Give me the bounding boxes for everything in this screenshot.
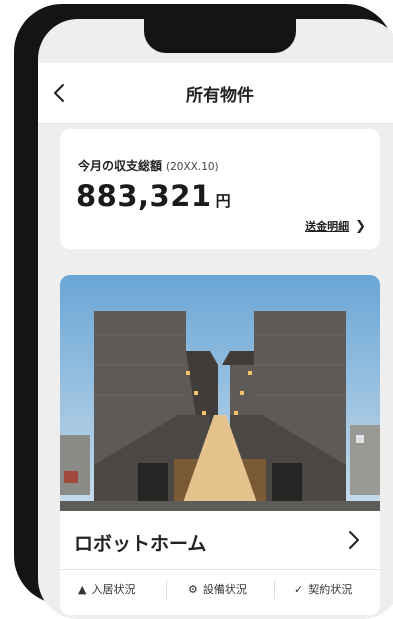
chevron-right-icon[interactable] bbox=[346, 529, 362, 551]
property-photo bbox=[60, 275, 380, 511]
balance-amount: 883,321 bbox=[76, 179, 212, 213]
chevron-right-icon: ❯ bbox=[355, 218, 366, 234]
stat-contract[interactable]: ✓ 契約状況 bbox=[294, 581, 352, 597]
property-name: ロボットホーム bbox=[74, 533, 207, 555]
device-notch bbox=[144, 19, 296, 53]
stat-equipment[interactable]: ⚙ 設備状況 bbox=[188, 581, 247, 597]
balance-amount-row: 883,321 円 bbox=[76, 179, 231, 213]
stat-occupancy[interactable]: ▲ 入居状況 bbox=[78, 581, 135, 597]
house-icon: ▲ bbox=[78, 582, 87, 596]
stat-separator bbox=[274, 581, 275, 599]
balance-label: 今月の収支総額 (20XX.10) bbox=[78, 157, 219, 174]
transfer-details-link[interactable]: 送金明細 ❯ bbox=[305, 218, 366, 234]
check-icon: ✓ bbox=[294, 582, 304, 596]
balance-card: 今月の収支総額 (20XX.10) 883,321 円 送金明細 ❯ bbox=[60, 129, 380, 249]
balance-period: (20XX.10) bbox=[166, 161, 219, 173]
phone-frame: 所有物件 今月の収支総額(20XX.10) 883,321円 送金明細 ❯ bbox=[14, 4, 393, 619]
stat-label: 設備状況 bbox=[202, 583, 247, 596]
balance-label-text: 今月の収支総額 bbox=[78, 159, 163, 173]
stat-label: 入居状況 bbox=[91, 583, 136, 596]
gear-icon: ⚙ bbox=[188, 582, 198, 596]
stats-divider bbox=[60, 569, 380, 570]
stat-label: 契約状況 bbox=[308, 583, 353, 596]
nav-bar: 所有物件 bbox=[38, 63, 393, 124]
app-screen: 所有物件 今月の収支総額(20XX.10) 883,321円 送金明細 ❯ bbox=[38, 19, 393, 619]
page-title: 所有物件 bbox=[186, 86, 254, 106]
stat-separator bbox=[166, 581, 167, 599]
currency-unit: 円 bbox=[215, 192, 231, 210]
transfer-details-label: 送金明細 bbox=[305, 220, 350, 233]
property-card[interactable]: ロボットホーム ▲ 入居状況 ⚙ 設備状況 ✓ 契約状況 bbox=[60, 275, 380, 615]
